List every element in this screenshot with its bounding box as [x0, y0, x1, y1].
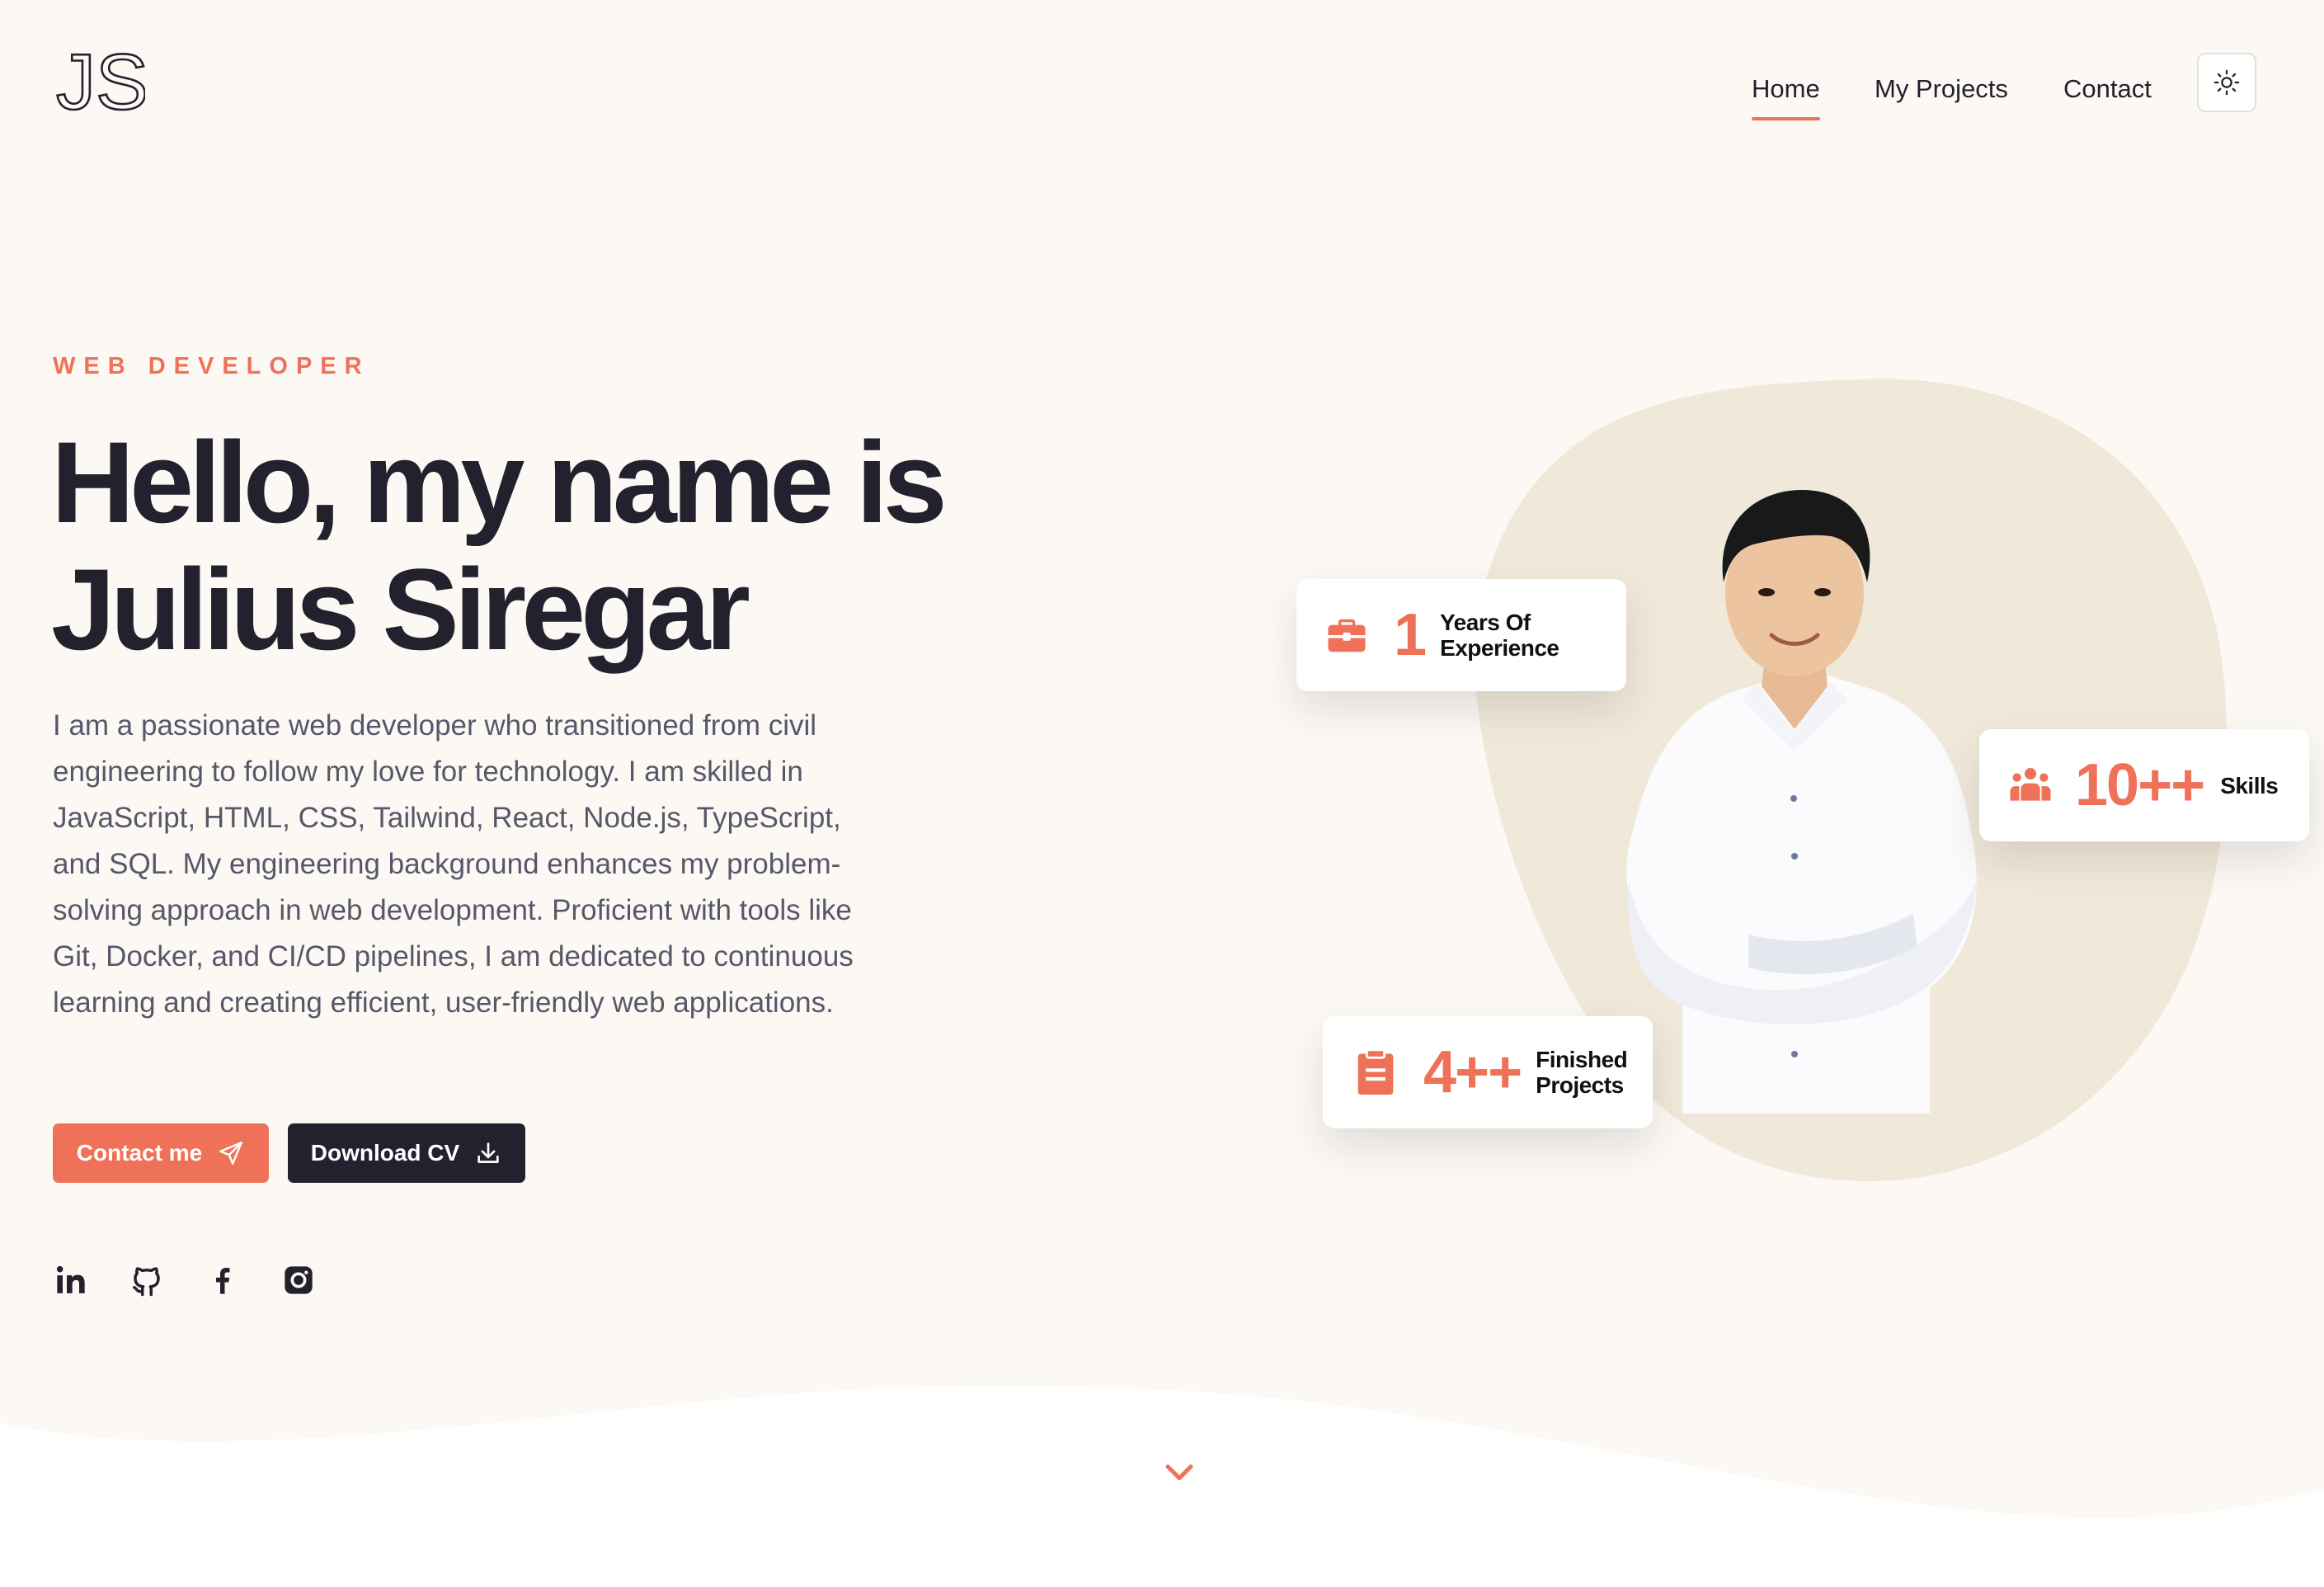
clipboard-icon: [1357, 1048, 1394, 1095]
logo-text: JS: [56, 41, 145, 124]
facebook-icon: [216, 1268, 230, 1294]
github-icon: [133, 1267, 160, 1297]
hero-title-line1: Hello, my name is: [51, 417, 948, 547]
users-icon: [2010, 768, 2051, 801]
hero-title-line2: Julius Siregar: [51, 544, 750, 674]
projects-label-line1: Finished: [1536, 1047, 1628, 1072]
nav-home[interactable]: Home: [1752, 64, 1820, 120]
experience-value: 1: [1394, 602, 1427, 668]
scroll-down-button[interactable]: [1161, 1460, 1197, 1485]
linkedin-link[interactable]: [53, 1262, 89, 1298]
theme-toggle-button[interactable]: [2197, 53, 2256, 112]
stat-card-projects: 4++ Finished Projects: [1323, 1016, 1653, 1128]
download-icon: [478, 1142, 499, 1163]
send-icon: [219, 1142, 243, 1165]
contact-me-button[interactable]: Contact me: [53, 1123, 269, 1183]
experience-label-line2: Experience: [1440, 635, 1560, 661]
instagram-link[interactable]: [280, 1262, 317, 1298]
skills-label: Skills: [2220, 772, 2279, 798]
projects-value: 4++: [1423, 1039, 1522, 1105]
projects-label-line2: Projects: [1536, 1072, 1624, 1098]
nav-my-projects[interactable]: My Projects: [1875, 64, 2008, 114]
stat-card-experience: 1 Years Of Experience: [1296, 579, 1626, 691]
skills-value: 10++: [2075, 752, 2205, 818]
download-cv-label: Download CV: [310, 1140, 460, 1166]
chevron-down-icon: [1165, 1464, 1193, 1481]
linkedin-icon: [56, 1265, 85, 1293]
briefcase-icon: [1328, 619, 1366, 652]
stat-card-skills: 10++ Skills: [1979, 729, 2309, 841]
facebook-link[interactable]: [205, 1262, 241, 1298]
hero-eyebrow: WEB DEVELOPER: [53, 353, 370, 379]
instagram-icon: [285, 1266, 313, 1294]
download-cv-button[interactable]: Download CV: [288, 1123, 525, 1183]
experience-label-line1: Years Of: [1440, 610, 1531, 635]
github-link[interactable]: [129, 1262, 165, 1298]
nav-contact[interactable]: Contact: [2063, 64, 2152, 114]
hero-description: I am a passionate web developer who tran…: [53, 709, 854, 1019]
site-logo[interactable]: JS: [54, 37, 150, 128]
sun-icon: [2213, 69, 2240, 96]
contact-me-label: Contact me: [76, 1140, 203, 1166]
hero-title: Hello, my name is Julius Siregar: [51, 419, 1041, 673]
